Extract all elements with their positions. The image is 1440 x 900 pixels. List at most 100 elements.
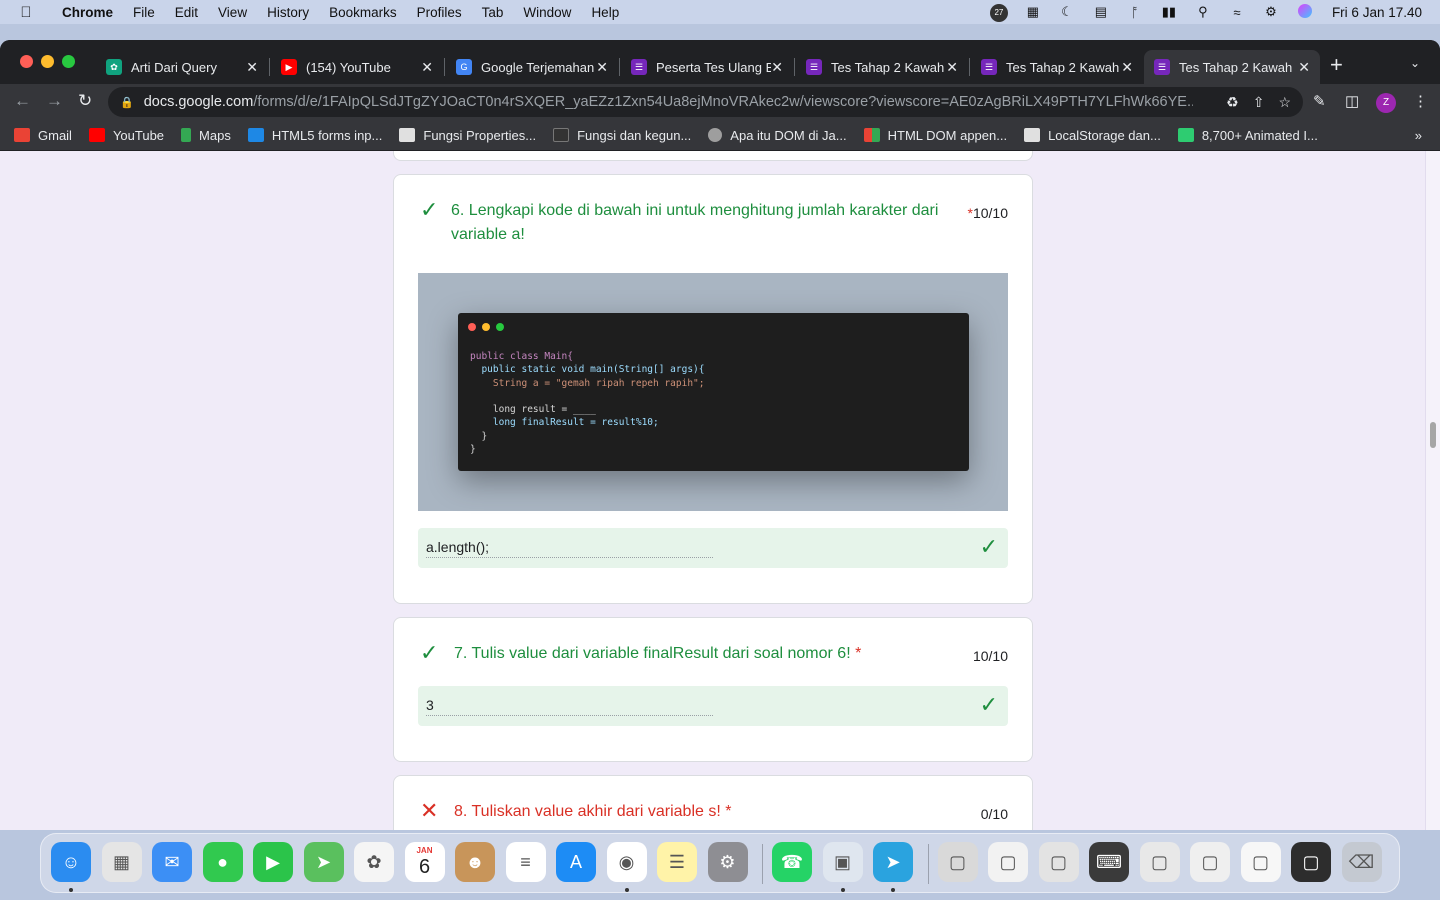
menubar-clock[interactable]: Fri 6 Jan 17.40: [1322, 5, 1422, 20]
wifi-icon[interactable]: ≈: [1220, 5, 1254, 20]
extensions-icon[interactable]: ✎: [1313, 92, 1326, 110]
close-tab-icon[interactable]: ✕: [246, 59, 258, 76]
address-bar[interactable]: 🔒 docs.google.com /forms/d/e/1FAIpQLSdJT…: [108, 87, 1303, 117]
new-tab-icon[interactable]: +: [1330, 52, 1343, 78]
tab-tes-tahap-2-b[interactable]: ☰ Tes Tahap 2 Kawah ✕: [971, 50, 1143, 84]
dock-maps-icon[interactable]: ➤: [303, 842, 344, 882]
close-tab-icon[interactable]: ✕: [1121, 59, 1133, 76]
dock-chrome-icon[interactable]: ◉: [606, 842, 647, 882]
bookmark-youtube[interactable]: YouTube: [88, 128, 164, 143]
menu-bookmarks[interactable]: Bookmarks: [319, 5, 407, 20]
dock-window-thumb-icon[interactable]: ▢: [1139, 842, 1180, 882]
scrollbar-thumb[interactable]: [1430, 422, 1436, 448]
bookmark-star-icon[interactable]: ☆: [1278, 94, 1291, 111]
forward-icon[interactable]: →: [46, 91, 63, 111]
close-tab-icon[interactable]: ✕: [1298, 59, 1310, 76]
dock-facetime-icon[interactable]: ▶: [253, 842, 293, 882]
dock-finder-icon[interactable]: ☺: [51, 842, 91, 882]
close-tab-icon[interactable]: ✕: [946, 59, 958, 76]
dock-trash-icon[interactable]: ⌫: [1341, 842, 1382, 882]
dock-reminders-icon[interactable]: ≡: [505, 842, 546, 882]
site-icon: [247, 128, 264, 142]
dock-telegram-icon[interactable]: ➤: [873, 842, 913, 882]
zoom-window-icon[interactable]: [62, 55, 75, 68]
share-icon[interactable]: ⇧: [1253, 94, 1265, 111]
control-center-icon[interactable]: ⚙: [1254, 4, 1288, 20]
close-window-icon[interactable]: [20, 55, 33, 68]
input-menu-icon[interactable]: ▦: [1016, 4, 1050, 20]
menu-history[interactable]: History: [257, 5, 319, 20]
forms-icon: ☰: [631, 59, 647, 75]
tab-tes-tahap-2-active[interactable]: ☰ Tes Tahap 2 Kawah ✕: [1144, 50, 1320, 84]
apple-menu-icon[interactable]: : [0, 4, 52, 21]
dock-window-thumb-icon[interactable]: ▢: [1190, 842, 1230, 882]
dock-keyboard-thumb-icon[interactable]: ⌨: [1089, 842, 1129, 882]
bookmark-animated-icons[interactable]: 8,700+ Animated I...: [1177, 128, 1318, 143]
dock-photos-icon[interactable]: ✿: [354, 842, 394, 882]
dock-app-store-icon[interactable]: A: [556, 842, 596, 882]
bookmark-fungsi-kegunaan[interactable]: Fungsi dan kegun...: [553, 128, 691, 143]
back-icon[interactable]: ←: [14, 91, 31, 111]
dock-preview-icon[interactable]: ▣: [822, 842, 863, 882]
menu-edit[interactable]: Edit: [165, 5, 208, 20]
dock-window-thumb-icon[interactable]: ▢: [1038, 842, 1079, 882]
minimize-window-icon[interactable]: [41, 55, 54, 68]
bookmark-html5-forms[interactable]: HTML5 forms inp...: [247, 128, 382, 143]
reload-icon[interactable]: ↻: [78, 91, 92, 111]
menu-tab[interactable]: Tab: [472, 5, 514, 20]
dock-window-thumb-icon[interactable]: ▢: [1291, 842, 1331, 882]
tab-google-terjemahan[interactable]: G Google Terjemahan ✕: [446, 50, 618, 84]
siri-icon[interactable]: [1288, 3, 1322, 21]
dock-launchpad-icon[interactable]: ▦: [101, 842, 142, 882]
question-text-body: 8. Tuliskan value akhir dari variable s!: [454, 803, 721, 820]
close-tab-icon[interactable]: ✕: [596, 59, 608, 76]
spotlight-search-icon[interactable]: ⚲: [1186, 4, 1220, 20]
tab-search-chevron-icon[interactable]: ⌄: [1410, 56, 1420, 70]
dock-messages-icon[interactable]: ●: [202, 842, 243, 882]
close-tab-icon[interactable]: ✕: [771, 59, 783, 76]
menu-file[interactable]: File: [123, 5, 165, 20]
lock-icon[interactable]: 🔒: [120, 96, 134, 109]
screen-icon[interactable]: ▤: [1084, 4, 1118, 20]
chrome-menu-icon[interactable]: ⋮: [1413, 92, 1428, 110]
profile-avatar[interactable]: Z: [1376, 93, 1396, 113]
translate-page-icon[interactable]: ♻: [1226, 94, 1239, 111]
tab-peserta-tes-ulang[interactable]: ☰ Peserta Tes Ulang B ✕: [621, 50, 793, 84]
close-tab-icon[interactable]: ✕: [421, 59, 433, 76]
bookmark-apa-itu-dom[interactable]: Apa itu DOM di Ja...: [708, 128, 847, 143]
tab-youtube[interactable]: ▶ (154) YouTube ✕: [271, 50, 443, 84]
dock-window-thumb-icon[interactable]: ▢: [937, 842, 978, 882]
menu-help[interactable]: Help: [581, 5, 629, 20]
menu-view[interactable]: View: [208, 5, 257, 20]
maps-pin-icon: [181, 128, 192, 142]
side-panel-icon[interactable]: ◫: [1345, 92, 1359, 110]
notification-count-icon[interactable]: 27: [982, 3, 1016, 22]
bookmark-gmail[interactable]: Gmail: [14, 128, 72, 143]
bluetooth-icon[interactable]: ᚩ: [1118, 5, 1152, 20]
bookmark-label: Gmail: [38, 127, 72, 143]
menu-profiles[interactable]: Profiles: [407, 5, 472, 20]
menu-chrome[interactable]: Chrome: [52, 5, 123, 20]
bookmark-maps[interactable]: Maps: [181, 128, 231, 143]
dock-contacts-icon[interactable]: ☻: [455, 842, 495, 882]
dock-mail-icon[interactable]: ✉: [152, 842, 192, 882]
dock-window-thumb-icon[interactable]: ▢: [988, 842, 1028, 882]
dock-calendar-icon[interactable]: JAN 6: [404, 842, 445, 882]
bookmark-localstorage[interactable]: LocalStorage dan...: [1024, 128, 1161, 143]
tab-tes-tahap-2-a[interactable]: ☰ Tes Tahap 2 Kawah ✕: [796, 50, 968, 84]
page-scrollbar[interactable]: [1425, 151, 1440, 830]
code-window-dots: [468, 323, 504, 331]
dock-window-thumb-icon[interactable]: ▢: [1240, 842, 1281, 882]
tab-arti-dari-query[interactable]: ✿ Arti Dari Query ✕: [96, 50, 268, 84]
forms-icon: ☰: [981, 59, 997, 75]
moon-icon[interactable]: ☾: [1050, 4, 1084, 20]
tab-label: Tes Tahap 2 Kawah: [1179, 59, 1293, 75]
bookmark-fungsi-properties[interactable]: Fungsi Properties...: [399, 128, 536, 143]
dock-system-preferences-icon[interactable]: ⚙: [707, 842, 748, 882]
menu-window[interactable]: Window: [513, 5, 581, 20]
bookmark-html-dom-append[interactable]: HTML DOM appen...: [863, 128, 1007, 143]
battery-icon[interactable]: ▮▮: [1152, 4, 1186, 20]
more-bookmarks-icon[interactable]: »: [1415, 128, 1422, 143]
dock-whatsapp-icon[interactable]: ☎: [772, 842, 812, 882]
dock-notes-icon[interactable]: ☰: [657, 842, 697, 882]
